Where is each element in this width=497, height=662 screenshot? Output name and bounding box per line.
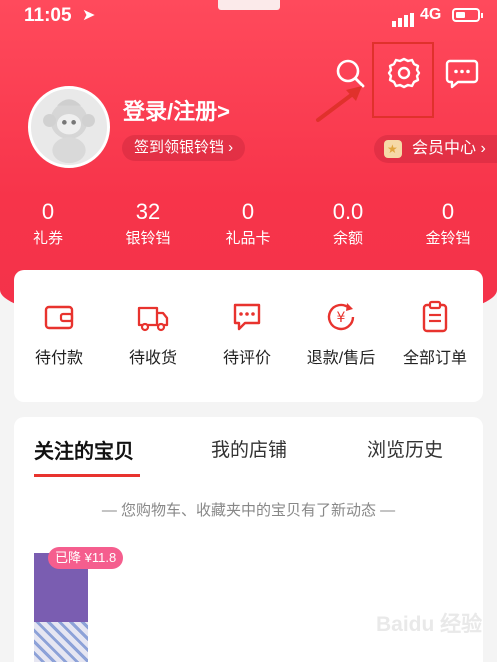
stat-gold-bells[interactable]: 0 金铃铛 xyxy=(398,198,497,252)
stat-value: 0.0 xyxy=(332,199,364,224)
wallet-icon xyxy=(44,305,74,330)
stat-silver-bells[interactable]: 32 银铃铛 xyxy=(98,198,198,252)
order-pending-review[interactable]: 待评价 xyxy=(200,300,294,368)
member-badge-icon xyxy=(384,135,402,163)
clipboard-icon xyxy=(422,300,448,333)
stat-label: 银铃铛 xyxy=(125,230,171,247)
order-shortcuts-card: 待付款 待收货 待评价 ¥ 退款/售后 全部订单 xyxy=(14,270,483,402)
login-register-link[interactable]: 登录/注册> xyxy=(123,94,230,126)
order-refund-after-sale[interactable]: ¥ 退款/售后 xyxy=(294,300,388,368)
order-label: 待付款 xyxy=(34,350,83,367)
updates-notice: — 您购物车、收藏夹中的宝贝有了新动态 — xyxy=(101,502,396,519)
arrow-annotation xyxy=(316,86,362,122)
stat-label: 礼券 xyxy=(32,230,63,247)
highlight-box-annotation xyxy=(372,42,434,118)
comment-icon xyxy=(233,303,261,331)
notch xyxy=(218,0,280,10)
stat-balance[interactable]: 0.0 余额 xyxy=(298,198,398,252)
stat-label: 礼品卡 xyxy=(225,230,271,247)
order-label: 全部订单 xyxy=(402,350,467,367)
stat-value: 32 xyxy=(135,199,161,224)
svg-text:¥: ¥ xyxy=(337,310,346,326)
stat-value: 0 xyxy=(41,199,55,224)
product-thumbnail[interactable] xyxy=(34,553,88,662)
network-label: 4G xyxy=(420,6,442,23)
order-label: 待收货 xyxy=(128,350,177,367)
location-arrow-icon: ➤ xyxy=(82,7,96,24)
refund-icon: ¥ xyxy=(327,303,355,331)
avatar[interactable] xyxy=(28,86,110,168)
stat-value: 0 xyxy=(241,199,255,224)
tab-followed-items[interactable]: 关注的宝贝 xyxy=(34,435,134,464)
stat-value: 0 xyxy=(441,199,455,224)
watermark: Baidu 经验 xyxy=(376,613,483,636)
battery-icon xyxy=(452,8,483,22)
monkey-avatar-icon xyxy=(43,99,95,164)
status-bar: 11:05 ➤ 4G xyxy=(0,0,497,32)
stat-label: 余额 xyxy=(332,230,363,247)
signin-reward-button[interactable]: 签到领银铃铛 › xyxy=(122,135,246,161)
stat-label: 金铃铛 xyxy=(425,230,471,247)
member-center-button[interactable]: 会员中心 › xyxy=(374,135,497,163)
tab-my-shops[interactable]: 我的店铺 xyxy=(211,435,287,462)
price-drop-badge: 已降 ¥11.8 xyxy=(48,547,124,569)
signal-icon xyxy=(392,9,416,27)
book-pattern xyxy=(34,622,88,662)
order-pending-payment[interactable]: 待付款 xyxy=(12,300,106,368)
message-icon[interactable] xyxy=(444,55,480,91)
order-label: 待评价 xyxy=(222,350,271,367)
account-stats: 0 礼券 32 银铃铛 0 礼品卡 0.0 余额 0 金铃铛 xyxy=(0,198,497,258)
member-center-label: 会员中心 › xyxy=(412,140,486,157)
order-all-orders[interactable]: 全部订单 xyxy=(388,300,482,368)
order-pending-delivery[interactable]: 待收货 xyxy=(106,300,200,368)
stat-gift-cards[interactable]: 0 礼品卡 xyxy=(198,198,298,252)
status-time: 11:05 xyxy=(24,5,72,26)
active-tab-underline xyxy=(34,474,140,477)
stat-coupons[interactable]: 0 礼券 xyxy=(0,198,98,252)
tab-browse-history[interactable]: 浏览历史 xyxy=(367,435,443,462)
order-label: 退款/售后 xyxy=(306,350,376,367)
truck-icon xyxy=(137,306,169,332)
